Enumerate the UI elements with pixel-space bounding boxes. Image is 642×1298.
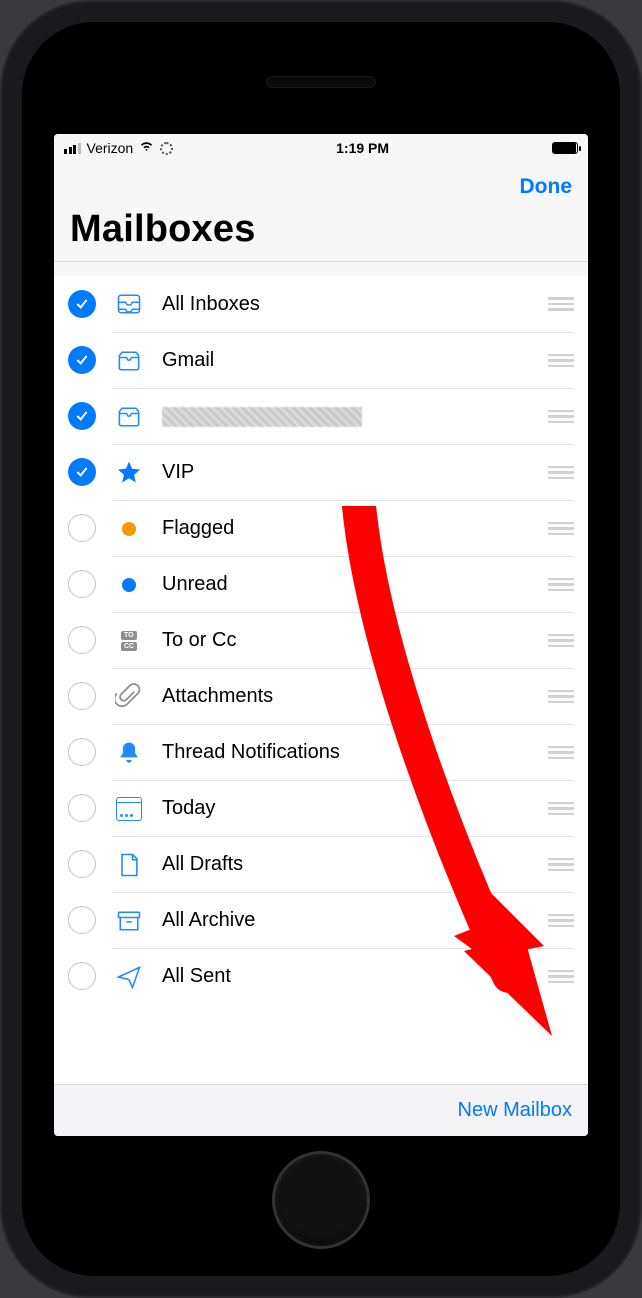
drag-handle-icon[interactable] xyxy=(538,743,574,763)
device-frame: Verizon 1:19 PM Done Mailboxes xyxy=(0,0,642,1298)
dot-orange-icon xyxy=(112,522,146,536)
carrier-label: Verizon xyxy=(87,140,134,156)
row-to-or-cc[interactable]: TOCC To or Cc xyxy=(54,612,588,668)
bottom-toolbar: New Mailbox xyxy=(54,1084,588,1136)
mailbox-label: Flagged xyxy=(162,517,234,540)
redacted-label xyxy=(162,407,362,427)
mailbox-list[interactable]: All Inboxes Gmail VIP Flagged Unread TOCC To… xyxy=(54,276,588,1084)
bell-icon xyxy=(112,739,146,767)
page-title: Mailboxes xyxy=(70,202,572,251)
drag-handle-icon[interactable] xyxy=(538,519,574,539)
row-all-inboxes[interactable]: All Inboxes xyxy=(54,276,588,332)
row-all-sent[interactable]: All Sent xyxy=(54,948,588,1004)
mailbox-label: Attachments xyxy=(162,685,273,708)
mailbox-label: All Archive xyxy=(162,909,255,932)
checkbox[interactable] xyxy=(68,346,96,374)
checkbox[interactable] xyxy=(68,626,96,654)
inbox-icon xyxy=(112,347,146,375)
drag-handle-icon[interactable] xyxy=(538,575,574,595)
done-button[interactable]: Done xyxy=(520,175,573,199)
drag-handle-icon[interactable] xyxy=(538,855,574,875)
paperclip-icon xyxy=(112,683,146,711)
archive-icon xyxy=(112,907,146,935)
nav-bar: Done Mailboxes xyxy=(54,162,588,262)
checkbox[interactable] xyxy=(68,906,96,934)
checkbox[interactable] xyxy=(68,682,96,710)
row-redacted[interactable] xyxy=(54,388,588,444)
tocc-icon: TOCC xyxy=(112,631,146,651)
activity-spinner-icon xyxy=(160,142,173,155)
row-gmail[interactable]: Gmail xyxy=(54,332,588,388)
clock: 1:19 PM xyxy=(336,140,389,156)
checkbox[interactable] xyxy=(68,738,96,766)
checkbox[interactable] xyxy=(68,290,96,318)
screen: Verizon 1:19 PM Done Mailboxes xyxy=(54,134,588,1136)
star-icon xyxy=(112,459,146,487)
drag-handle-icon[interactable] xyxy=(538,463,574,483)
drag-handle-icon[interactable] xyxy=(538,799,574,819)
drag-handle-icon[interactable] xyxy=(538,351,574,371)
wifi-icon xyxy=(139,139,154,157)
inbox-icon xyxy=(112,403,146,431)
drag-handle-icon[interactable] xyxy=(538,911,574,931)
today-icon xyxy=(112,797,146,821)
row-all-archive[interactable]: All Archive xyxy=(54,892,588,948)
row-all-drafts[interactable]: All Drafts xyxy=(54,836,588,892)
status-bar: Verizon 1:19 PM xyxy=(54,134,588,162)
draft-icon xyxy=(112,851,146,879)
checkbox[interactable] xyxy=(68,458,96,486)
mailbox-label: VIP xyxy=(162,461,194,484)
drag-handle-icon[interactable] xyxy=(538,967,574,987)
speaker-grille xyxy=(266,76,376,88)
battery-icon xyxy=(552,142,578,154)
mailbox-label: All Sent xyxy=(162,965,231,988)
row-unread[interactable]: Unread xyxy=(54,556,588,612)
mailbox-label: To or Cc xyxy=(162,629,236,652)
signal-bars-icon xyxy=(64,143,81,154)
mailbox-label: Thread Notifications xyxy=(162,741,340,764)
mailbox-label: All Drafts xyxy=(162,853,243,876)
checkbox[interactable] xyxy=(68,962,96,990)
mailbox-label: Gmail xyxy=(162,349,214,372)
checkbox[interactable] xyxy=(68,514,96,542)
home-button[interactable] xyxy=(275,1154,367,1246)
new-mailbox-button[interactable]: New Mailbox xyxy=(458,1099,572,1122)
checkbox[interactable] xyxy=(68,794,96,822)
sent-icon xyxy=(112,963,146,991)
mailbox-label: Today xyxy=(162,797,215,820)
mailbox-label: All Inboxes xyxy=(162,293,260,316)
dot-blue-icon xyxy=(112,578,146,592)
checkbox[interactable] xyxy=(68,850,96,878)
row-today[interactable]: Today xyxy=(54,780,588,836)
row-vip[interactable]: VIP xyxy=(54,444,588,500)
drag-handle-icon[interactable] xyxy=(538,687,574,707)
drag-handle-icon[interactable] xyxy=(538,294,574,314)
mailbox-label: Unread xyxy=(162,573,228,596)
drag-handle-icon[interactable] xyxy=(538,631,574,651)
row-thread-notifications[interactable]: Thread Notifications xyxy=(54,724,588,780)
row-attachments[interactable]: Attachments xyxy=(54,668,588,724)
all-inboxes-icon xyxy=(112,290,146,318)
checkbox[interactable] xyxy=(68,402,96,430)
checkbox[interactable] xyxy=(68,570,96,598)
drag-handle-icon[interactable] xyxy=(538,407,574,427)
row-flagged[interactable]: Flagged xyxy=(54,500,588,556)
